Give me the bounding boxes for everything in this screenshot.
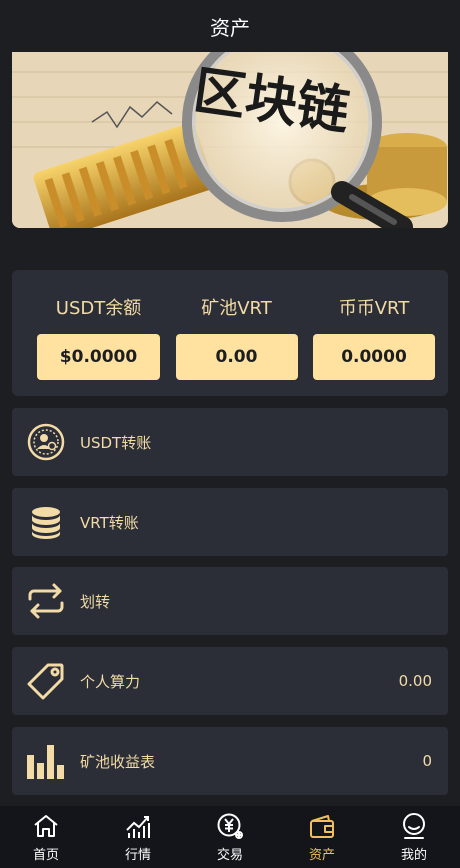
menu-label: 划转: [80, 592, 111, 611]
menu-label: VRT转账: [80, 513, 139, 532]
tab-label: 我的: [400, 847, 427, 863]
tag-icon: [26, 661, 66, 701]
tab-label: 首页: [32, 847, 59, 863]
pool-vrt-value: 0.00: [175, 334, 298, 380]
banner-illustration: 区块链: [12, 52, 448, 228]
bar-chart-icon: [26, 741, 66, 781]
pool-vrt-balance: 矿池VRT 0.00: [175, 270, 298, 396]
coin-stack-icon: [26, 502, 66, 542]
tab-market[interactable]: 行情: [92, 806, 184, 868]
usdt-coin-icon: [26, 422, 66, 462]
wallet-icon: [310, 814, 334, 838]
usdt-balance-label: USDT余额: [55, 298, 142, 319]
menu-value: 0.00: [398, 672, 432, 690]
yuan-icon: [217, 813, 243, 839]
tab-assets[interactable]: 资产: [276, 806, 368, 868]
coin-vrt-value: 0.0000: [313, 334, 435, 380]
balance-summary: USDT余额 $0.0000 矿池VRT 0.00 币币VRT 0.0000: [12, 270, 448, 396]
tab-label: 交易: [216, 847, 243, 863]
menu-pool-earnings[interactable]: 矿池收益表 0: [12, 727, 448, 795]
transfer-arrows-icon: [26, 581, 66, 621]
coin-vrt-label: 币币VRT: [338, 298, 410, 319]
coin-vrt-balance: 币币VRT 0.0000: [313, 270, 435, 396]
pool-vrt-label: 矿池VRT: [201, 298, 272, 319]
menu-vrt-transfer[interactable]: VRT转账: [12, 488, 448, 556]
tab-home[interactable]: 首页: [0, 806, 92, 868]
tab-label: 行情: [124, 847, 151, 863]
menu-label: 个人算力: [80, 672, 141, 691]
page-title: 资产: [210, 15, 250, 40]
menu-label: USDT转账: [80, 433, 152, 452]
menu-usdt-transfer[interactable]: USDT转账: [12, 408, 448, 476]
profile-icon: [403, 812, 425, 839]
tab-profile[interactable]: 我的: [368, 806, 460, 868]
menu-personal-hashrate[interactable]: 个人算力 0.00: [12, 647, 448, 715]
home-icon: [34, 814, 58, 837]
menu-value: 0: [422, 752, 432, 770]
bottom-tab-bar: 首页 行情 交易 资产 我的: [0, 806, 460, 868]
usdt-balance: USDT余额 $0.0000: [37, 270, 160, 396]
page-header: 资产: [0, 0, 460, 52]
chart-icon: [126, 815, 150, 838]
menu-transfer[interactable]: 划转: [12, 567, 448, 635]
menu-label: 矿池收益表: [80, 752, 156, 771]
usdt-balance-value: $0.0000: [37, 334, 160, 380]
tab-trade[interactable]: 交易: [184, 806, 276, 868]
tab-label: 资产: [308, 847, 335, 863]
banner-image[interactable]: 区块链: [12, 52, 448, 228]
